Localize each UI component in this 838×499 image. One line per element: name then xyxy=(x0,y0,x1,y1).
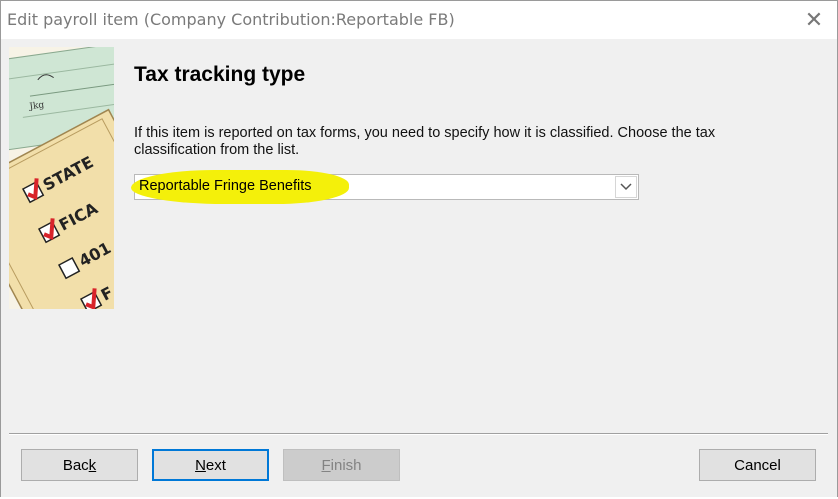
close-icon: ✕ xyxy=(804,7,824,33)
back-button[interactable]: Bac k xyxy=(21,449,138,481)
dialog-body: Jkg STATE FICA 401 F Tax tracking type I… xyxy=(1,39,837,498)
selected-tax-type: Reportable Fringe Benefits xyxy=(139,178,312,194)
tax-forms-illustration: Jkg STATE FICA 401 F xyxy=(9,47,114,309)
finish-button: Finish xyxy=(283,449,400,481)
chevron-down-icon xyxy=(620,183,632,191)
instructions-text: If this item is reported on tax forms, y… xyxy=(134,125,716,158)
finish-label-post: inish xyxy=(330,456,362,474)
dialog-window: Edit payroll item (Company Contribution:… xyxy=(0,0,838,499)
next-button[interactable]: Next xyxy=(152,449,269,481)
window-title: Edit payroll item (Company Contribution:… xyxy=(7,10,455,29)
title-bar: Edit payroll item (Company Contribution:… xyxy=(1,1,837,39)
tax-tracking-type-select[interactable]: Reportable Fringe Benefits xyxy=(131,170,639,204)
cancel-label: Cancel xyxy=(734,456,781,474)
next-label-key: N xyxy=(195,456,206,474)
button-separator xyxy=(9,433,828,435)
page-heading: Tax tracking type xyxy=(134,63,306,86)
next-label-post: ext xyxy=(205,456,226,474)
cancel-button[interactable]: Cancel xyxy=(699,449,816,481)
dropdown-button[interactable] xyxy=(615,176,637,198)
finish-label-key: F xyxy=(321,456,331,474)
back-label-key: k xyxy=(88,456,97,474)
back-label-pre: Bac xyxy=(62,456,89,474)
close-button[interactable]: ✕ xyxy=(791,1,837,39)
